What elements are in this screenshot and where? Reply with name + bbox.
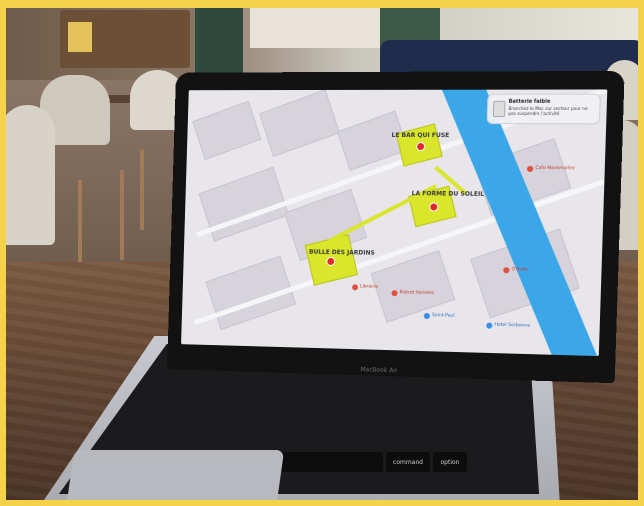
window (250, 8, 380, 48)
command-key[interactable]: command (386, 452, 430, 472)
photo-border (0, 0, 6, 506)
notification-title: Batterie faible (509, 99, 551, 105)
poi-label: Cafe Montmartre (535, 166, 575, 171)
poi-label: Hotel Sorbonne (494, 323, 530, 329)
chair-leg (78, 180, 82, 270)
photo-border (638, 0, 644, 506)
photo-scene: control option command command option (0, 0, 644, 506)
option-key[interactable]: option (433, 452, 467, 472)
photo-border (0, 0, 644, 8)
trackpad[interactable] (66, 450, 284, 506)
laptop-brand: MacBook Air (360, 366, 397, 374)
poi-marker[interactable] (486, 323, 492, 329)
zone-label: BULLE DES JARDINS (309, 249, 375, 257)
chair (0, 105, 55, 245)
poi-marker[interactable] (352, 284, 358, 290)
poi-label: Saint-Paul (432, 313, 455, 319)
notification-body: Branchez le Mac sur secteur pour ne pas … (508, 106, 595, 116)
poi-label: O'Belle (511, 267, 527, 272)
battery-icon (493, 101, 506, 117)
zone-label: LE BAR QUI FUSE (391, 132, 449, 139)
photo-border (0, 500, 644, 506)
chair-leg (140, 150, 144, 230)
poi-marker[interactable] (424, 313, 430, 319)
chair-leg (120, 170, 124, 260)
laptop-lid: LE BAR QUI FUSE LA FORME DU SOLEIL BULLE… (167, 71, 625, 383)
map-view[interactable]: LE BAR QUI FUSE LA FORME DU SOLEIL BULLE… (181, 89, 607, 356)
laptop-screen: LE BAR QUI FUSE LA FORME DU SOLEIL BULLE… (181, 89, 607, 356)
poi-label: Librairie (360, 284, 378, 289)
low-battery-notification[interactable]: Batterie faible Branchez le Mac sur sect… (487, 94, 601, 125)
river (434, 89, 608, 356)
zone-label: LA FORME DU SOLEIL (412, 190, 485, 198)
poi-label: Bistrot Varietes (399, 290, 434, 296)
green-panel (195, 8, 243, 74)
bar-shelf (60, 10, 190, 68)
